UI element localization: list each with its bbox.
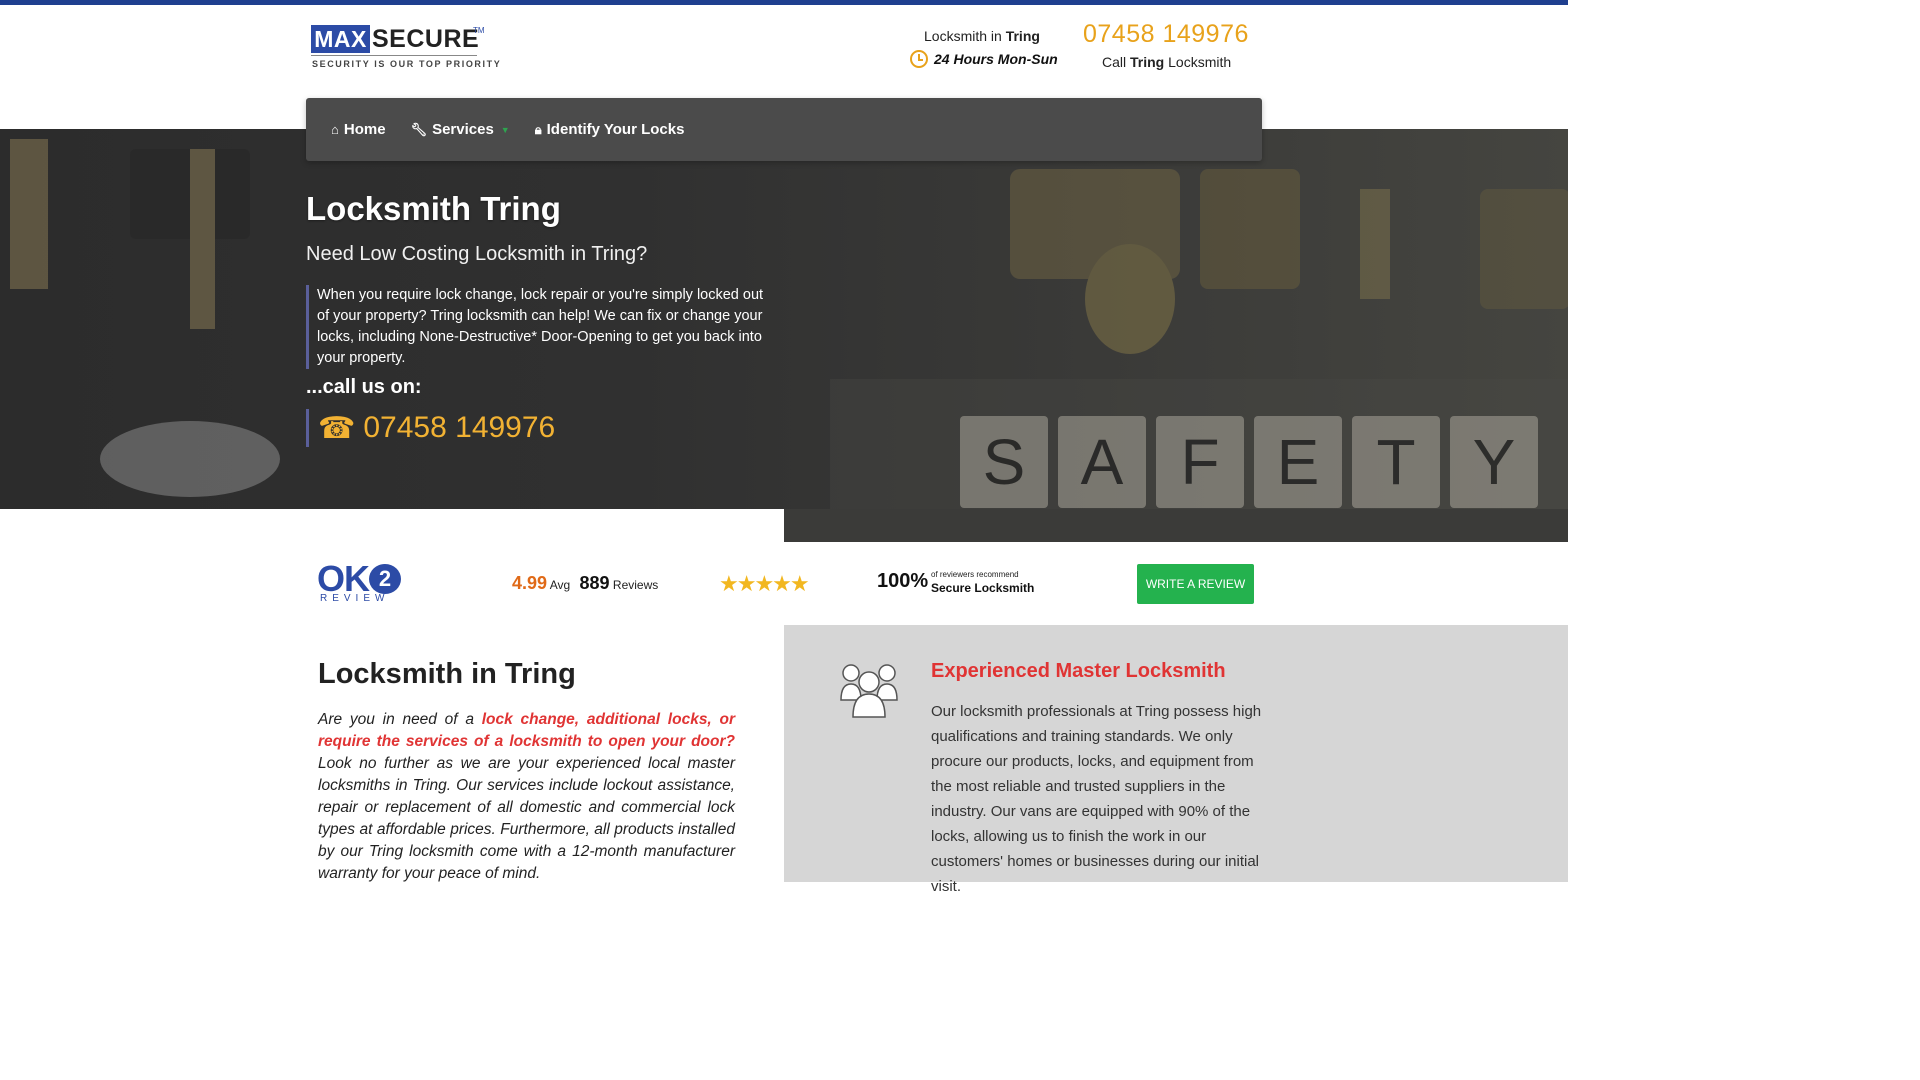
- logo-tagline: SECURITY IS OUR TOP PRIORITY: [312, 59, 502, 69]
- nav-services-label: Services: [432, 121, 494, 138]
- ok2-sub: REVIEW: [320, 593, 390, 604]
- logo-word: SECURE: [372, 25, 480, 53]
- header-locksmith-location: Locksmith in Tring: [924, 28, 1040, 44]
- header-call-suffix: Locksmith: [1164, 54, 1232, 70]
- header-call-town: Tring: [1130, 54, 1165, 70]
- main-nav: ⌂ Home 🔧︎ Services ▼ 🔒︎ Identify Your Lo…: [306, 98, 1262, 161]
- lock-icon: 🔒︎: [534, 121, 542, 137]
- header-phone-link[interactable]: 07458 149976: [1083, 20, 1249, 49]
- site-logo[interactable]: MAX SECURE TM SECURITY IS OUR TOP PRIORI…: [311, 24, 500, 72]
- hero-extension: [784, 509, 1568, 542]
- phone-icon: ☎: [318, 411, 356, 445]
- header-hours: 24 Hours Mon-Sun: [910, 50, 1058, 68]
- safety-tile: A: [1058, 416, 1146, 508]
- nav-services[interactable]: 🔧︎ Services ▼: [411, 121, 510, 138]
- ok2review-logo[interactable]: OK 2 REVIEW: [317, 558, 407, 606]
- average-label: Avg: [549, 578, 571, 592]
- write-review-button[interactable]: WRITE A REVIEW: [1137, 564, 1254, 604]
- chevron-down-icon: ▼: [500, 124, 510, 135]
- recommend-business: Secure Locksmith: [931, 581, 1035, 595]
- hero-quote: When you require lock change, lock repai…: [306, 285, 766, 369]
- panel-title: Experienced Master Locksmith: [931, 660, 1226, 682]
- review-count: 889: [579, 573, 610, 593]
- hero-subtitle: Need Low Costing Locksmith in Tring?: [306, 243, 648, 265]
- header-hours-text: 24 Hours Mon-Sun: [934, 51, 1058, 67]
- recommend-caption: of reviewers recommend: [931, 570, 1019, 579]
- hero-phone-link[interactable]: ☎ 07458 149976: [306, 409, 555, 447]
- people-icon: [840, 664, 898, 718]
- safety-tile: Y: [1450, 416, 1538, 508]
- hero-title: Locksmith Tring: [306, 190, 561, 227]
- nav-home[interactable]: ⌂ Home: [331, 121, 386, 138]
- logo-box: MAX: [311, 25, 370, 53]
- review-average: 4.99 Avg 889 Reviews: [512, 573, 658, 594]
- safety-tile: E: [1254, 416, 1342, 508]
- safety-tile: S: [960, 416, 1048, 508]
- safety-tiles: S A F E T Y: [960, 416, 1538, 508]
- header-call-prefix: Call: [1102, 54, 1131, 70]
- logo-trademark: TM: [473, 26, 485, 35]
- average-rating: 4.99: [512, 573, 548, 593]
- star-rating: ★★★★★: [719, 571, 810, 596]
- section-intro: Are you in need of a: [318, 711, 482, 728]
- header-call-label: Call Tring Locksmith: [1102, 54, 1231, 70]
- review-count-label: Reviews: [612, 578, 659, 592]
- safety-tile: F: [1156, 416, 1244, 508]
- safety-tile: T: [1352, 416, 1440, 508]
- hero-phone-number: 07458 149976: [363, 411, 556, 444]
- panel-body: Our locksmith professionals at Tring pos…: [931, 703, 1262, 895]
- hero-banner: S A F E T Y: [0, 129, 1568, 509]
- recommend-percent: 100%: [877, 570, 929, 592]
- clock-icon: [910, 50, 928, 68]
- nav-home-label: Home: [343, 121, 386, 138]
- nav-identify-locks[interactable]: 🔒︎ Identify Your Locks: [535, 121, 685, 138]
- hero-call-us: ...call us on:: [306, 376, 422, 398]
- section-body-text: Look no further as we are your experienc…: [318, 755, 735, 882]
- nav-identify-locks-label: Identify Your Locks: [546, 121, 685, 138]
- ok2-digit: 2: [369, 564, 401, 594]
- top-accent-bar: [0, 0, 1568, 5]
- header-locksmith-prefix: Locksmith in: [924, 28, 1006, 44]
- section-body: Are you in need of a lock change, additi…: [318, 709, 735, 885]
- header-locksmith-town: Tring: [1005, 28, 1040, 44]
- home-icon: ⌂: [331, 122, 339, 137]
- section-title: Locksmith in Tring: [318, 658, 576, 690]
- logo-divider: [311, 55, 477, 56]
- wrench-icon: 🔧︎: [410, 121, 428, 137]
